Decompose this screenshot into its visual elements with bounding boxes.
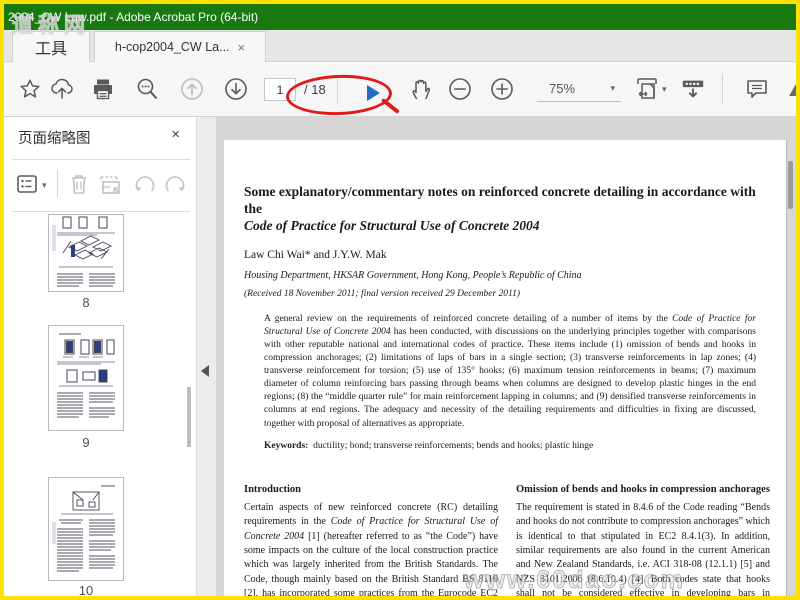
comment-button[interactable] (744, 76, 770, 102)
paper-abstract: A general review on the requirements of … (264, 313, 756, 431)
paper-authors: Law Chi Wai* and J.Y.W. Mak (244, 248, 387, 261)
print-button[interactable] (90, 76, 116, 102)
fit-width-button[interactable] (634, 76, 660, 102)
next-page-button[interactable] (223, 76, 249, 102)
tab-close-icon[interactable]: × (238, 40, 246, 55)
document-view: Some explanatory/commentary notes on rei… (216, 117, 796, 596)
chevron-down-icon: ▾ (610, 83, 615, 93)
panel-close-icon[interactable]: × (171, 126, 180, 143)
collapse-panel-icon[interactable] (201, 365, 209, 377)
body-text: The requirement is stated in 8.4.6 of th… (516, 501, 770, 596)
panel-scrollbar[interactable] (187, 387, 191, 447)
search-icon-button[interactable] (134, 76, 160, 102)
thumbnail-page-number: 10 (78, 583, 94, 596)
tab-document[interactable]: h-cop2004_CW La... × (94, 31, 266, 62)
thumbnail-page-number: 8 (82, 295, 90, 310)
toolbar-visibility-button[interactable] (680, 76, 706, 102)
clipped-toolbar-icon (789, 84, 796, 96)
abstract-text: A general review on the requirements of … (264, 313, 673, 324)
window-title: 2004_CW Law.pdf - Adobe Acrobat Pro (64-… (8, 10, 259, 24)
main-toolbar: / 18 75% ▾ ▾ (4, 62, 796, 117)
paper-received: (Received 18 November 2011; final versio… (244, 288, 521, 299)
delete-pages-button[interactable] (66, 171, 92, 197)
document-scrollbar[interactable] (788, 161, 793, 209)
app-window: 2004_CW Law.pdf - Adobe Acrobat Pro (64-… (4, 4, 796, 596)
panel-toolbar-separator (57, 169, 58, 197)
thumbnail-options-button[interactable] (14, 171, 40, 197)
keywords-label: Keywords: (264, 440, 309, 451)
screenshot-frame: 2004_CW Law.pdf - Adobe Acrobat Pro (64-… (0, 0, 800, 600)
rotate-clockwise-button[interactable] (162, 171, 188, 197)
thumbnail-page-10[interactable] (48, 477, 124, 581)
panel-divider-gutter (196, 117, 216, 596)
zoom-in-button[interactable] (489, 76, 515, 102)
thumbnail-sketch (52, 216, 115, 287)
thumbnail-sketch (52, 485, 115, 572)
panel-divider (12, 159, 190, 160)
left-column: Introduction Certain aspects of new rein… (244, 483, 498, 596)
window-titlebar: 2004_CW Law.pdf - Adobe Acrobat Pro (64-… (4, 4, 796, 30)
right-column: Omission of bends and hooks in compressi… (516, 483, 770, 596)
tab-tools-label: 工具 (34, 41, 67, 58)
zoom-level-value: 75% (549, 81, 576, 96)
paper-title-line1: Some explanatory/commentary notes on rei… (244, 184, 756, 216)
toolbar-separator (722, 74, 723, 104)
tab-tools[interactable]: 工具 (12, 31, 90, 62)
hand-tool-button[interactable] (407, 76, 433, 102)
paper-keywords: Keywords: ductility; bond; transverse re… (264, 441, 756, 451)
section-heading-omission: Omission of bends and hooks in compressi… (516, 483, 770, 495)
section-heading-introduction: Introduction (244, 483, 301, 495)
thumbnail-page-8[interactable] (48, 214, 124, 292)
paper-title-line2: Code of Practice for Structural Use of C… (244, 217, 540, 233)
cursor-pointer-icon (365, 84, 383, 107)
tab-document-label: h-cop2004_CW La... (114, 40, 230, 54)
two-column-body: Introduction Certain aspects of new rein… (244, 483, 770, 596)
crop-pages-button[interactable] (98, 171, 124, 197)
paper-affiliation: Housing Department, HKSAR Government, Ho… (244, 269, 582, 281)
tab-bar: 工具 h-cop2004_CW La... × (4, 30, 796, 62)
thumbnail-page-number: 9 (82, 435, 90, 450)
favorites-star-button[interactable] (17, 76, 43, 102)
page-thumbnails-panel: 页面缩略图 × ▾ 8 9 10 (4, 117, 196, 596)
panel-title: 页面缩略图 (18, 131, 91, 147)
abstract-text: has been conducted, with discussions on … (264, 326, 756, 429)
chevron-down-icon[interactable]: ▾ (42, 180, 47, 191)
pdf-page[interactable]: Some explanatory/commentary notes on rei… (224, 140, 786, 596)
zoom-level-dropdown[interactable]: 75% ▾ (537, 76, 621, 102)
chevron-down-icon[interactable]: ▾ (662, 84, 667, 95)
panel-divider (12, 211, 190, 212)
thumbnail-page-9[interactable] (48, 325, 124, 431)
zoom-out-button[interactable] (447, 76, 473, 102)
previous-page-button[interactable] (179, 76, 205, 102)
paper-title: Some explanatory/commentary notes on rei… (244, 184, 770, 235)
rotate-counterclockwise-button[interactable] (132, 171, 158, 197)
keywords-text: ductility; bond; transverse reinforcemen… (313, 440, 594, 451)
thumbnail-sketch (57, 333, 115, 418)
share-upload-button[interactable] (49, 76, 75, 102)
